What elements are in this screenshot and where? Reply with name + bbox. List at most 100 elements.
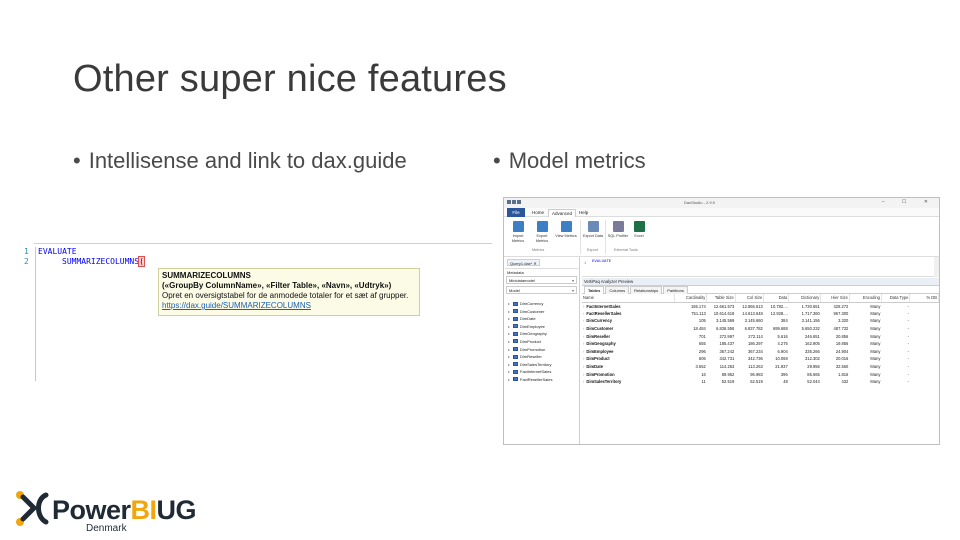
tree-table-item[interactable]: ▸ DimPromotion: [508, 346, 577, 354]
column-header[interactable]: Data Type: [881, 294, 911, 303]
line-number: 1: [24, 247, 29, 256]
results-tab[interactable]: Relationships: [630, 286, 663, 294]
expand-icon[interactable]: ›: [583, 341, 584, 346]
table-row[interactable]: › DimCustomer 18.484 6.836.556 6.837.782 699.…: [582, 325, 939, 333]
table-row[interactable]: › DimCurrency 105 3.145.569 3.145.660 384 3.14…: [582, 317, 939, 325]
logo-word-bi: BI: [130, 495, 158, 525]
document-tab[interactable]: Query1.dax* ✕: [507, 259, 540, 266]
table-row[interactable]: › DimEmployee 296 367.242 367.234 6.904 335.26…: [582, 348, 939, 356]
window-controls[interactable]: – ☐ ✕: [882, 199, 936, 205]
sql-profiler-button[interactable]: SQL Profiler: [607, 221, 629, 239]
table-cell: Many: [870, 348, 881, 354]
tree-table-item[interactable]: ▸ DimEmployee: [508, 323, 577, 331]
table-cell: 165.174: [690, 303, 706, 309]
expand-icon[interactable]: ›: [583, 379, 584, 384]
column-header[interactable]: Table Size: [706, 294, 736, 303]
column-header[interactable]: Col Size: [735, 294, 765, 303]
tab-advanced[interactable]: Advanced: [548, 209, 577, 217]
view-metrics-button[interactable]: View Metrics: [555, 221, 577, 239]
tooltip-description: Opret en oversigtstabel for de anmodede …: [162, 291, 409, 300]
tree-table-item[interactable]: ▸ DimSalesTerritory: [508, 361, 577, 369]
expand-icon[interactable]: ›: [583, 326, 584, 331]
tree-table-item[interactable]: ▸ DimCurrency: [508, 300, 577, 308]
table-cell: 162.905: [805, 341, 820, 347]
column-header[interactable]: Hier Size: [820, 294, 850, 303]
save-icon[interactable]: [507, 200, 511, 204]
tree-table-item[interactable]: ▸ DimProduct: [508, 338, 577, 346]
database-dropdown[interactable]: Minidatamodel ▾: [506, 276, 577, 284]
model-dropdown[interactable]: Model ▾: [506, 286, 577, 294]
column-header[interactable]: % DB: [909, 294, 939, 303]
column-header[interactable]: Encoding: [849, 294, 882, 303]
table-cell: 21.937: [775, 364, 788, 370]
table-cell: 24.904: [835, 348, 849, 354]
table-name-cell: › DimCustomer: [582, 325, 675, 333]
code-line-2[interactable]: SUMMARIZECOLUMNS(: [62, 256, 145, 267]
expand-icon[interactable]: ›: [583, 349, 584, 354]
expand-icon[interactable]: ›: [583, 334, 584, 339]
export-metrics-icon: [536, 221, 548, 232]
editor-scrollbar[interactable]: [934, 257, 939, 277]
editor-gutter-divider: [35, 247, 36, 381]
table-cell: Many: [870, 371, 881, 377]
table-row[interactable]: › DimDate 3.652 114.253 113.263 21.937 29.956 3…: [582, 363, 939, 371]
expand-icon[interactable]: ›: [583, 318, 584, 323]
table-row[interactable]: › FactResellerSales 751.113 10.614.618 14.61…: [582, 310, 939, 318]
table-row[interactable]: › FactInternetSales 165.174 12.661.573 12.86…: [582, 302, 939, 310]
tree-table-item[interactable]: ▸ DimReseller: [508, 353, 577, 361]
export-data-button[interactable]: Export Data: [582, 221, 604, 239]
tree-item-label: DimSalesTerritory: [520, 361, 552, 367]
line-number: 2: [24, 257, 29, 266]
undo-icon[interactable]: [512, 200, 516, 204]
table-row[interactable]: › DimPromotion 16 89.962 96.983 396 85.665 1.81…: [582, 370, 939, 378]
table-cell-empty: [910, 332, 939, 340]
tab-home[interactable]: Home: [529, 209, 547, 217]
table-cell: -: [907, 356, 909, 362]
metadata-header: Metadata: [505, 268, 578, 275]
tree-table-item[interactable]: ▸ FactResellerSales: [508, 376, 577, 384]
export-metrics-button[interactable]: Export Metrics: [531, 221, 553, 243]
redo-icon[interactable]: [517, 200, 521, 204]
column-header[interactable]: Name: [582, 294, 676, 303]
column-header[interactable]: Dictionary: [788, 294, 822, 303]
tab-file[interactable]: File: [507, 208, 525, 217]
column-header[interactable]: Cardinality: [674, 294, 708, 303]
table-row[interactable]: › DimSalesTerritory 11 52.519 52.519 48 52.044…: [582, 378, 939, 386]
expand-icon[interactable]: ›: [583, 311, 584, 316]
import-metrics-button[interactable]: Import Metrics: [507, 221, 529, 243]
table-cell: Many: [870, 303, 881, 309]
table-name-cell: › DimEmployee: [582, 348, 675, 356]
code-line-1[interactable]: EVALUATE: [38, 247, 77, 257]
tree-table-item[interactable]: ▸ DimGeography: [508, 330, 577, 338]
table-row[interactable]: › DimReseller 701 272.997 272.114 5.616 246.65…: [582, 332, 939, 340]
editor-top-border: [34, 243, 492, 244]
table-name: DimSalesTerritory: [586, 379, 622, 385]
dax-guide-link[interactable]: https://dax.guide/SUMMARIZECOLUMNS: [162, 301, 416, 311]
tree-item-label: DimPromotion: [520, 346, 546, 352]
tree-table-item[interactable]: ▸ DimDate: [508, 315, 577, 323]
table-name-cell: › DimReseller: [582, 332, 675, 340]
expand-icon[interactable]: ›: [583, 364, 584, 369]
table-body: › FactInternetSales 165.174 12.661.573 12.86…: [582, 302, 939, 386]
tree-table-item[interactable]: ▸ DimCustomer: [508, 308, 577, 316]
results-tab[interactable]: Partitions: [663, 286, 688, 294]
expand-icon[interactable]: ›: [583, 372, 584, 377]
expand-icon[interactable]: ›: [583, 356, 584, 361]
table-icon: [513, 377, 518, 382]
results-tab[interactable]: Columns: [605, 286, 630, 294]
column-header[interactable]: Data: [763, 294, 790, 303]
results-tab[interactable]: Tables: [584, 286, 605, 294]
table-row[interactable]: › DimGeography 655 185.437 186.297 4.275 162.9…: [582, 340, 939, 348]
group-label-metrics: Metrics: [532, 248, 545, 252]
query-editor[interactable]: 1 EVALUATE: [582, 257, 939, 277]
excel-button[interactable]: Excel: [628, 221, 650, 239]
table-cell: 48: [783, 379, 788, 385]
table-name-cell: › DimCurrency: [582, 317, 675, 325]
window-title: DaxStudio - 2.9.9: [684, 200, 715, 205]
table-cell: 52.519: [721, 379, 735, 385]
tab-help[interactable]: Help: [576, 209, 591, 217]
tree-item-label: DimCurrency: [520, 301, 544, 306]
table-row[interactable]: › DimProduct 606 342.731 342.736 10.068 312.30…: [582, 355, 939, 363]
tree-table-item[interactable]: ▸ FactInternetSales: [508, 368, 577, 376]
expand-icon[interactable]: ›: [583, 304, 584, 309]
